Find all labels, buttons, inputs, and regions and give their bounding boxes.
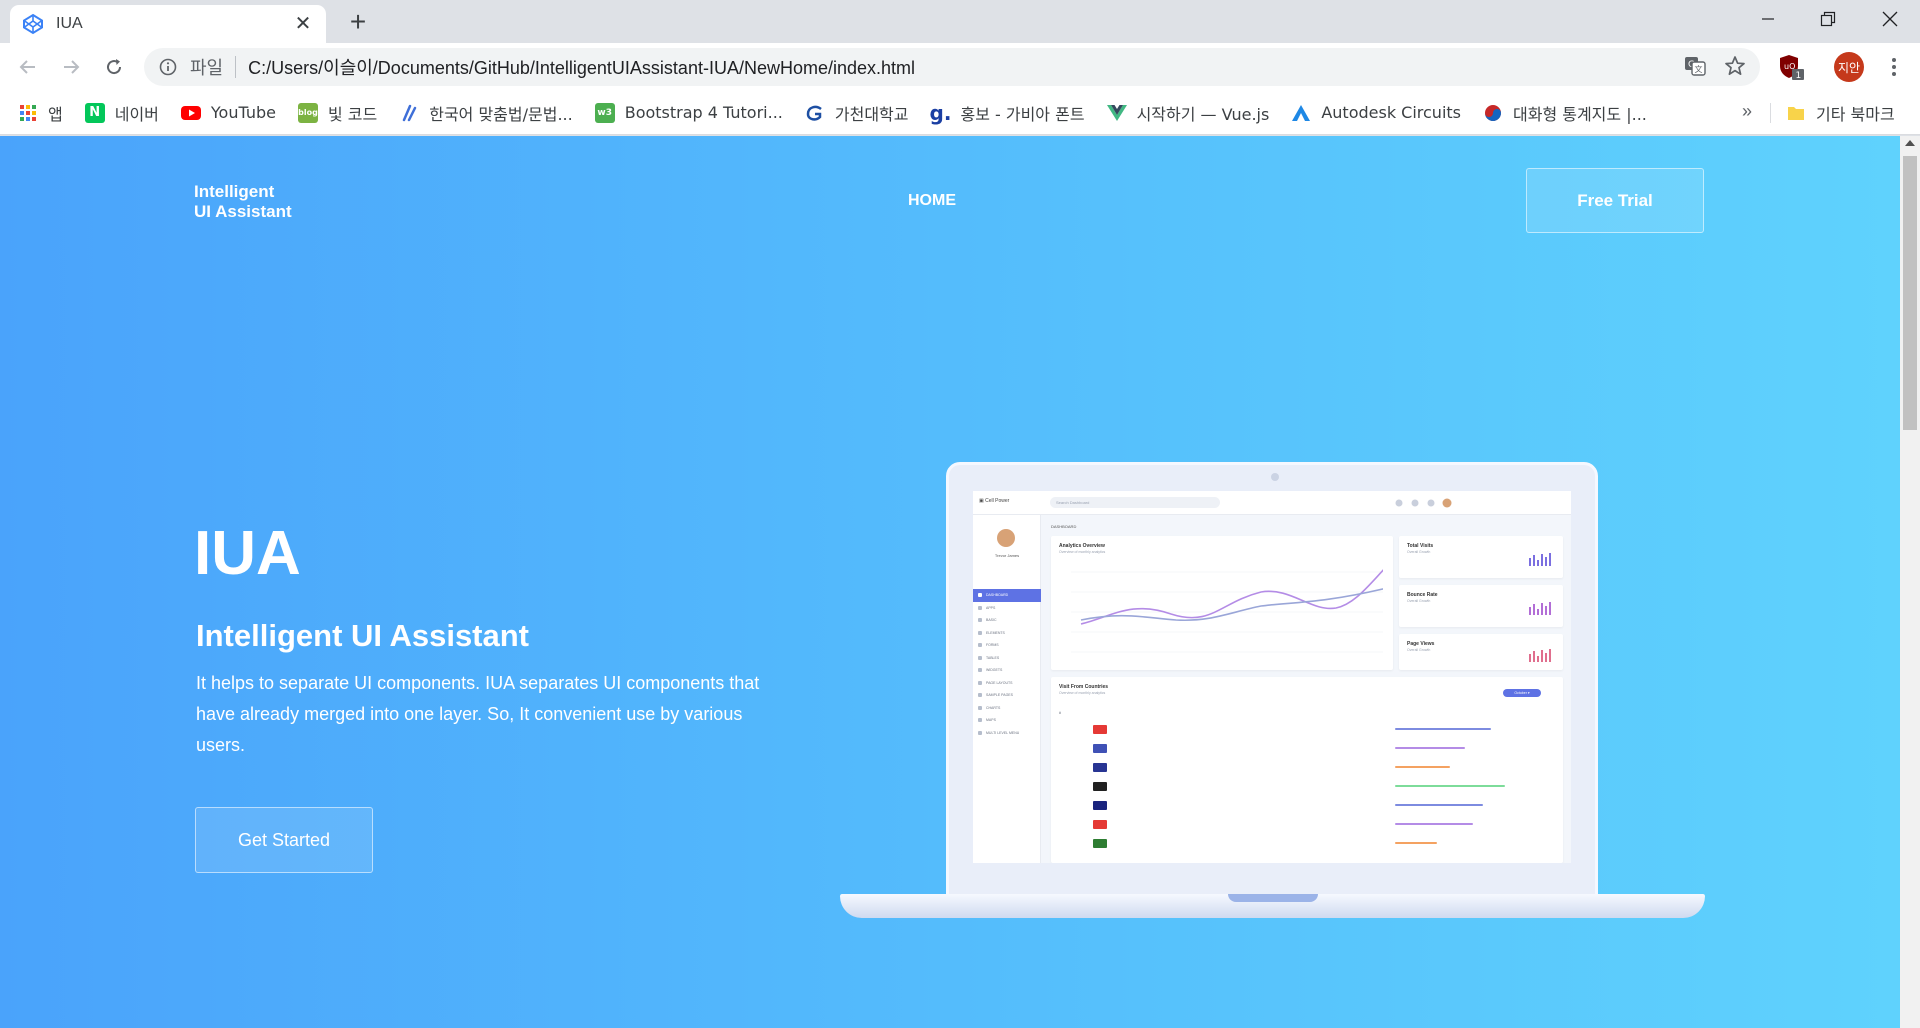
- back-arrow-icon[interactable]: [14, 53, 42, 81]
- hero-title: IUA: [194, 519, 301, 588]
- dashboard-screenshot: ▣ Cell Power Search Dashboard Trevor Jam…: [973, 491, 1571, 863]
- laptop-lid: ▣ Cell Power Search Dashboard Trevor Jam…: [946, 462, 1598, 898]
- hero-description: It helps to separate UI components. IUA …: [196, 673, 760, 755]
- brand-line-1: Intelligent: [194, 182, 275, 201]
- bookmark-naver[interactable]: N 네이버: [84, 101, 159, 125]
- laptop-dashboard-illustration: ▣ Cell Power Search Dashboard Trevor Jam…: [840, 462, 1705, 922]
- site-info-icon[interactable]: [158, 57, 178, 77]
- korea-flag-icon: [1483, 103, 1503, 123]
- mockup-avatar: [997, 529, 1015, 547]
- bookmark-gabia[interactable]: g. 홍보 - 가비아 폰트: [929, 100, 1085, 125]
- mockup-username: Trevor James: [994, 553, 1020, 558]
- scrollbar-thumb[interactable]: [1903, 156, 1917, 430]
- mockup-analytics-card: Analytics Overview Overview of monthly a…: [1051, 536, 1393, 670]
- svg-text:文: 文: [1695, 64, 1703, 74]
- bookmark-vue[interactable]: 시작하기 — Vue.js: [1106, 101, 1270, 125]
- mockup-topbar-icons: [1395, 498, 1452, 508]
- bookmark-label: 시작하기 — Vue.js: [1136, 104, 1270, 124]
- w3-icon: w3: [594, 102, 615, 123]
- youtube-icon: [180, 103, 201, 123]
- omnibox-divider: [235, 56, 237, 78]
- bookmark-label: 앱: [48, 104, 63, 124]
- free-trial-button[interactable]: Free Trial: [1526, 168, 1704, 233]
- more-menu-icon[interactable]: [1880, 52, 1908, 82]
- hero-subtitle: Intelligent UI Assistant: [196, 618, 530, 653]
- new-tab-icon[interactable]: +: [344, 6, 372, 37]
- tab-strip: IUA ✕ +: [0, 0, 1920, 43]
- tab-close-icon[interactable]: ✕: [292, 13, 314, 35]
- bookmark-star-icon[interactable]: [1724, 55, 1746, 82]
- codepen-favicon-icon: [22, 13, 44, 35]
- minimize-icon[interactable]: [1740, 0, 1796, 38]
- bookmarks-overflow-chevron-icon[interactable]: »: [1742, 101, 1752, 122]
- bookmark-stats-map[interactable]: 대화형 통계지도 |...: [1483, 101, 1647, 125]
- mockup-line-chart: [1071, 569, 1383, 653]
- mockup-page-views-card: Page Views Overall Growth: [1399, 634, 1563, 670]
- bookmark-label: 네이버: [114, 104, 159, 124]
- tab-title: IUA: [56, 15, 83, 32]
- mockup-total-visits-card: Total Visits Overall Growth: [1399, 536, 1563, 578]
- bookmark-label: 홍보 - 가비아 폰트: [960, 104, 1085, 124]
- bookmark-autodesk[interactable]: Autodesk Circuits: [1291, 103, 1461, 123]
- autodesk-icon: [1291, 103, 1311, 123]
- tab-iua[interactable]: IUA ✕: [10, 5, 326, 43]
- bookmark-label: Autodesk Circuits: [1321, 103, 1461, 122]
- bookmark-bootstrap[interactable]: w3 Bootstrap 4 Tutori...: [594, 102, 783, 123]
- url-scheme-label: 파일: [190, 58, 224, 78]
- bookmark-label: Bootstrap 4 Tutori...: [624, 103, 783, 122]
- forward-arrow-icon[interactable]: [57, 53, 85, 81]
- bookmark-label: 가천대학교: [834, 104, 909, 124]
- bookmark-youtube[interactable]: YouTube: [180, 103, 276, 123]
- mockup-logo: ▣ Cell Power: [979, 498, 1010, 504]
- bookmarks-divider: [1770, 103, 1771, 123]
- translate-icon[interactable]: G文: [1684, 55, 1706, 82]
- folder-icon: [1786, 103, 1806, 123]
- bookmark-apps[interactable]: 앱: [18, 101, 63, 125]
- gachon-icon: [805, 103, 825, 123]
- bookmark-gachon[interactable]: 가천대학교: [805, 101, 909, 125]
- mockup-breadcrumb: DASHBOARD: [1051, 524, 1077, 529]
- blog-icon: blog: [297, 102, 318, 123]
- other-bookmarks-label: 기타 북마크: [1816, 105, 1895, 124]
- mockup-sidebar: Trevor James DASHBOARD APPS BASIC ELEMENTS F…: [973, 515, 1041, 863]
- bookmark-label: 한국어 맞춤법/문법...: [429, 104, 573, 124]
- restore-icon[interactable]: [1800, 0, 1856, 38]
- other-bookmarks[interactable]: 기타 북마크: [1786, 91, 1895, 135]
- page-scrollbar[interactable]: [1900, 136, 1920, 1028]
- mockup-countries-table: Visit From Countries Overview of monthly…: [1051, 677, 1563, 863]
- get-started-button[interactable]: Get Started: [195, 807, 373, 873]
- url-text[interactable]: C:/Users/이슬이/Documents/GitHub/Intelligen…: [248, 54, 915, 80]
- mockup-search: Search Dashboard: [1050, 497, 1220, 508]
- scroll-up-arrow-icon[interactable]: [1905, 140, 1915, 146]
- bookmarks-bar: 앱 N 네이버 YouTube blog 빛 코드 한국어 맞춤법/문법... …: [0, 91, 1920, 135]
- gabia-icon: g.: [929, 100, 952, 125]
- bookmark-blog[interactable]: blog 빛 코드: [297, 101, 378, 125]
- site-logo[interactable]: Intelligent UI Assistant: [194, 182, 292, 222]
- profile-avatar[interactable]: 지안: [1834, 52, 1864, 82]
- mockup-bounce-rate-card: Bounce Rate Overall Growth: [1399, 585, 1563, 627]
- bookmark-label: 빛 코드: [327, 104, 378, 124]
- extension-badge: 1: [1796, 71, 1802, 81]
- apps-grid-icon: [18, 103, 38, 123]
- ublock-extension-icon[interactable]: uO 1: [1776, 52, 1806, 82]
- bookmark-spellcheck[interactable]: 한국어 맞춤법/문법...: [399, 101, 573, 125]
- nav-home-link[interactable]: HOME: [908, 192, 956, 210]
- address-bar[interactable]: 파일 C:/Users/이슬이/Documents/GitHub/Intelli…: [144, 48, 1760, 86]
- bookmark-label: 대화형 통계지도 |...: [1513, 104, 1647, 124]
- naver-icon: N: [84, 102, 105, 123]
- reload-icon[interactable]: [100, 53, 128, 81]
- spellcheck-icon: [399, 103, 419, 123]
- window-close-icon[interactable]: [1862, 0, 1918, 38]
- landing-page: Intelligent UI Assistant HOME Free Trial…: [0, 136, 1900, 1028]
- laptop-camera: [1271, 473, 1279, 481]
- bookmark-label: YouTube: [210, 103, 276, 122]
- mockup-topbar: ▣ Cell Power Search Dashboard: [973, 491, 1571, 515]
- browser-toolbar: 파일 C:/Users/이슬이/Documents/GitHub/Intelli…: [0, 43, 1920, 91]
- vue-icon: [1106, 103, 1127, 123]
- mockup-menu: DASHBOARD APPS BASIC ELEMENTS FORMS TABLES WID…: [973, 589, 1041, 739]
- brand-line-2: UI Assistant: [194, 202, 292, 221]
- laptop-notch: [1228, 894, 1318, 902]
